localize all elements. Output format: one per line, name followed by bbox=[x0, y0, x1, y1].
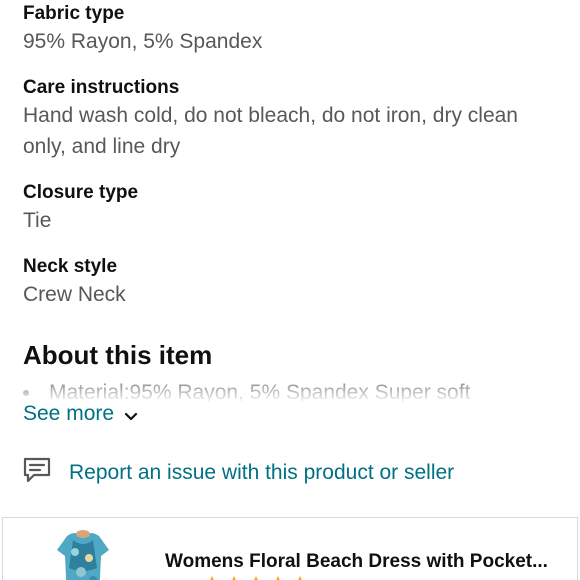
rating-stars bbox=[203, 575, 309, 580]
report-issue-link[interactable]: Report an issue with this product or sel… bbox=[23, 456, 454, 489]
detail-label: Fabric type bbox=[23, 3, 125, 24]
detail-value: Tie bbox=[23, 209, 52, 232]
related-product-card[interactable]: Womens Floral Beach Dress with Pocket... bbox=[2, 517, 578, 580]
detail-care-instructions: Care instructions Hand wash cold, do not… bbox=[23, 76, 543, 162]
chevron-down-icon bbox=[124, 402, 138, 430]
detail-value: Crew Neck bbox=[23, 283, 126, 306]
detail-value: 95% Rayon, 5% Spandex bbox=[23, 30, 263, 53]
about-this-item-heading: About this item bbox=[23, 340, 213, 370]
report-issue-label: Report an issue with this product or sel… bbox=[69, 460, 455, 484]
star-icon bbox=[232, 575, 236, 580]
detail-label: Care instructions bbox=[23, 77, 180, 98]
detail-neck-style: Neck style Crew Neck bbox=[23, 255, 543, 310]
detail-label: Closure type bbox=[23, 182, 139, 203]
star-icon bbox=[276, 575, 280, 580]
product-details-page: Fabric type 95% Rayon, 5% Spandex Care i… bbox=[0, 0, 580, 580]
bullet-dot-icon bbox=[23, 390, 29, 397]
detail-label: Neck style bbox=[23, 256, 118, 277]
product-image[interactable] bbox=[43, 528, 123, 580]
star-icon bbox=[298, 575, 302, 580]
detail-fabric-type: Fabric type 95% Rayon, 5% Spandex bbox=[23, 2, 543, 57]
star-icon bbox=[210, 575, 214, 580]
star-icon bbox=[254, 575, 258, 580]
detail-closure-type: Closure type Tie bbox=[23, 181, 543, 236]
product-title[interactable]: Womens Floral Beach Dress with Pocket... bbox=[165, 550, 565, 574]
see-more-label: See more bbox=[23, 402, 115, 425]
feedback-icon bbox=[23, 456, 51, 489]
see-more-button[interactable]: See more bbox=[23, 398, 138, 430]
detail-value: Hand wash cold, do not bleach, do not ir… bbox=[23, 104, 518, 158]
